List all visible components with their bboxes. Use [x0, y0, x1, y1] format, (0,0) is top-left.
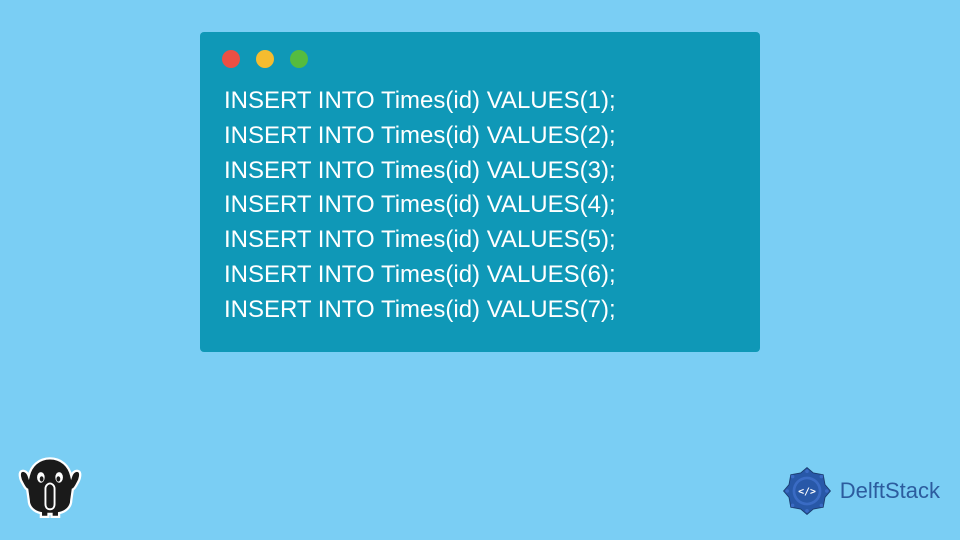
- minimize-icon: [256, 50, 274, 68]
- code-line: INSERT INTO Times(id) VALUES(7);: [224, 293, 736, 328]
- code-line: INSERT INTO Times(id) VALUES(1);: [224, 84, 736, 119]
- code-window: INSERT INTO Times(id) VALUES(1); INSERT …: [200, 32, 760, 352]
- code-content: INSERT INTO Times(id) VALUES(1); INSERT …: [200, 76, 760, 328]
- delftstack-icon: </>: [780, 464, 834, 518]
- code-line: INSERT INTO Times(id) VALUES(3);: [224, 154, 736, 189]
- maximize-icon: [290, 50, 308, 68]
- code-line: INSERT INTO Times(id) VALUES(5);: [224, 223, 736, 258]
- svg-text:</>: </>: [798, 487, 816, 498]
- window-controls: [200, 32, 760, 76]
- code-line: INSERT INTO Times(id) VALUES(6);: [224, 258, 736, 293]
- postgresql-elephant-icon: [12, 446, 88, 524]
- brand-name: DelftStack: [840, 478, 940, 504]
- code-line: INSERT INTO Times(id) VALUES(4);: [224, 188, 736, 223]
- brand-logo: </> DelftStack: [780, 464, 940, 518]
- code-line: INSERT INTO Times(id) VALUES(2);: [224, 119, 736, 154]
- close-icon: [222, 50, 240, 68]
